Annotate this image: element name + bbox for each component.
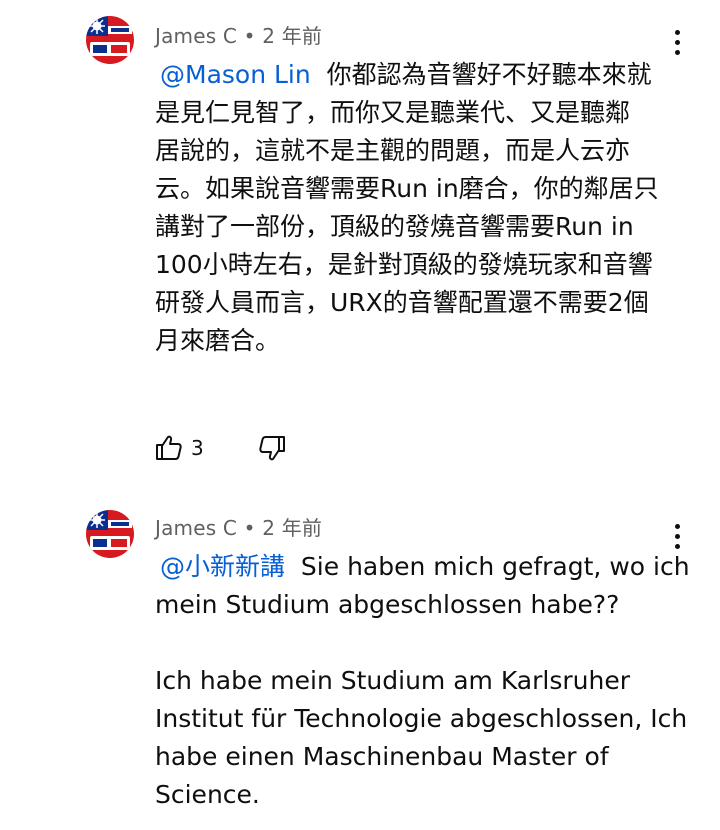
comment-1: James C • 2 年前 @Mason Lin 你都認為音響好不好聽本來就 … xyxy=(0,0,720,490)
more-vert-icon xyxy=(675,524,680,529)
comment-2: James C • 2 年前 @小新新講 Sie haben mich gefr… xyxy=(0,490,720,830)
mention-link[interactable]: @小新新講 xyxy=(160,552,285,581)
mention-link[interactable]: @Mason Lin xyxy=(160,60,311,89)
comment-meta: James C • 2 年前 xyxy=(155,512,322,541)
text-line: 研發人員而言，URX的音響配置還不需要2個 xyxy=(155,288,649,317)
text-line: 100小時左右，是針對頂級的發燒玩家和音響 xyxy=(155,250,653,279)
meta-separator: • xyxy=(243,516,256,540)
like-count: 3 xyxy=(191,436,204,460)
text-line: 云。如果說音響需要Run in磨合，你的鄰居只 xyxy=(155,174,659,203)
more-vert-icon xyxy=(675,30,680,35)
text-line: mein Studium abgeschlossen habe?? xyxy=(155,590,620,619)
author-name[interactable]: James C xyxy=(155,516,237,540)
text-line: Ich habe mein Studium am Karlsruher xyxy=(155,666,630,695)
text-line: 居說的，這就不是主觀的問題，而是人云亦 xyxy=(155,136,631,165)
text-line: Sie haben mich gefragt, wo ich xyxy=(300,552,690,581)
author-name[interactable]: James C xyxy=(155,24,237,48)
text-line: 月來磨合。 xyxy=(155,326,281,355)
text-line: Institut für Technologie abgeschlossen, … xyxy=(155,704,688,733)
author-avatar[interactable] xyxy=(86,510,134,558)
text-line: 你都認為音響好不好聽本來就 xyxy=(326,60,652,89)
comment-text: @Mason Lin 你都認為音響好不好聽本來就 是見仁見智了，而你又是聽業代、… xyxy=(155,56,675,360)
meta-separator: • xyxy=(243,24,256,48)
thumb-up-icon[interactable] xyxy=(155,434,183,462)
comment-time[interactable]: 2 年前 xyxy=(262,516,322,540)
flag-avatar-icon xyxy=(86,510,134,558)
text-line: 是見仁見智了，而你又是聽業代、又是聽鄰 xyxy=(155,98,631,127)
author-avatar[interactable] xyxy=(86,16,134,64)
comment-text: @小新新講 Sie haben mich gefragt, wo ich mei… xyxy=(155,548,690,814)
comment-time[interactable]: 2 年前 xyxy=(262,24,322,48)
flag-avatar-icon xyxy=(86,16,134,64)
text-line: habe einen Maschinenbau Master of xyxy=(155,742,609,771)
text-line xyxy=(155,624,675,662)
text-line: 講對了一部份，頂級的發燒音響需要Run in xyxy=(155,212,634,241)
thumb-down-icon[interactable] xyxy=(258,434,286,462)
text-line: Science. xyxy=(155,780,260,809)
comment-meta: James C • 2 年前 xyxy=(155,20,322,49)
